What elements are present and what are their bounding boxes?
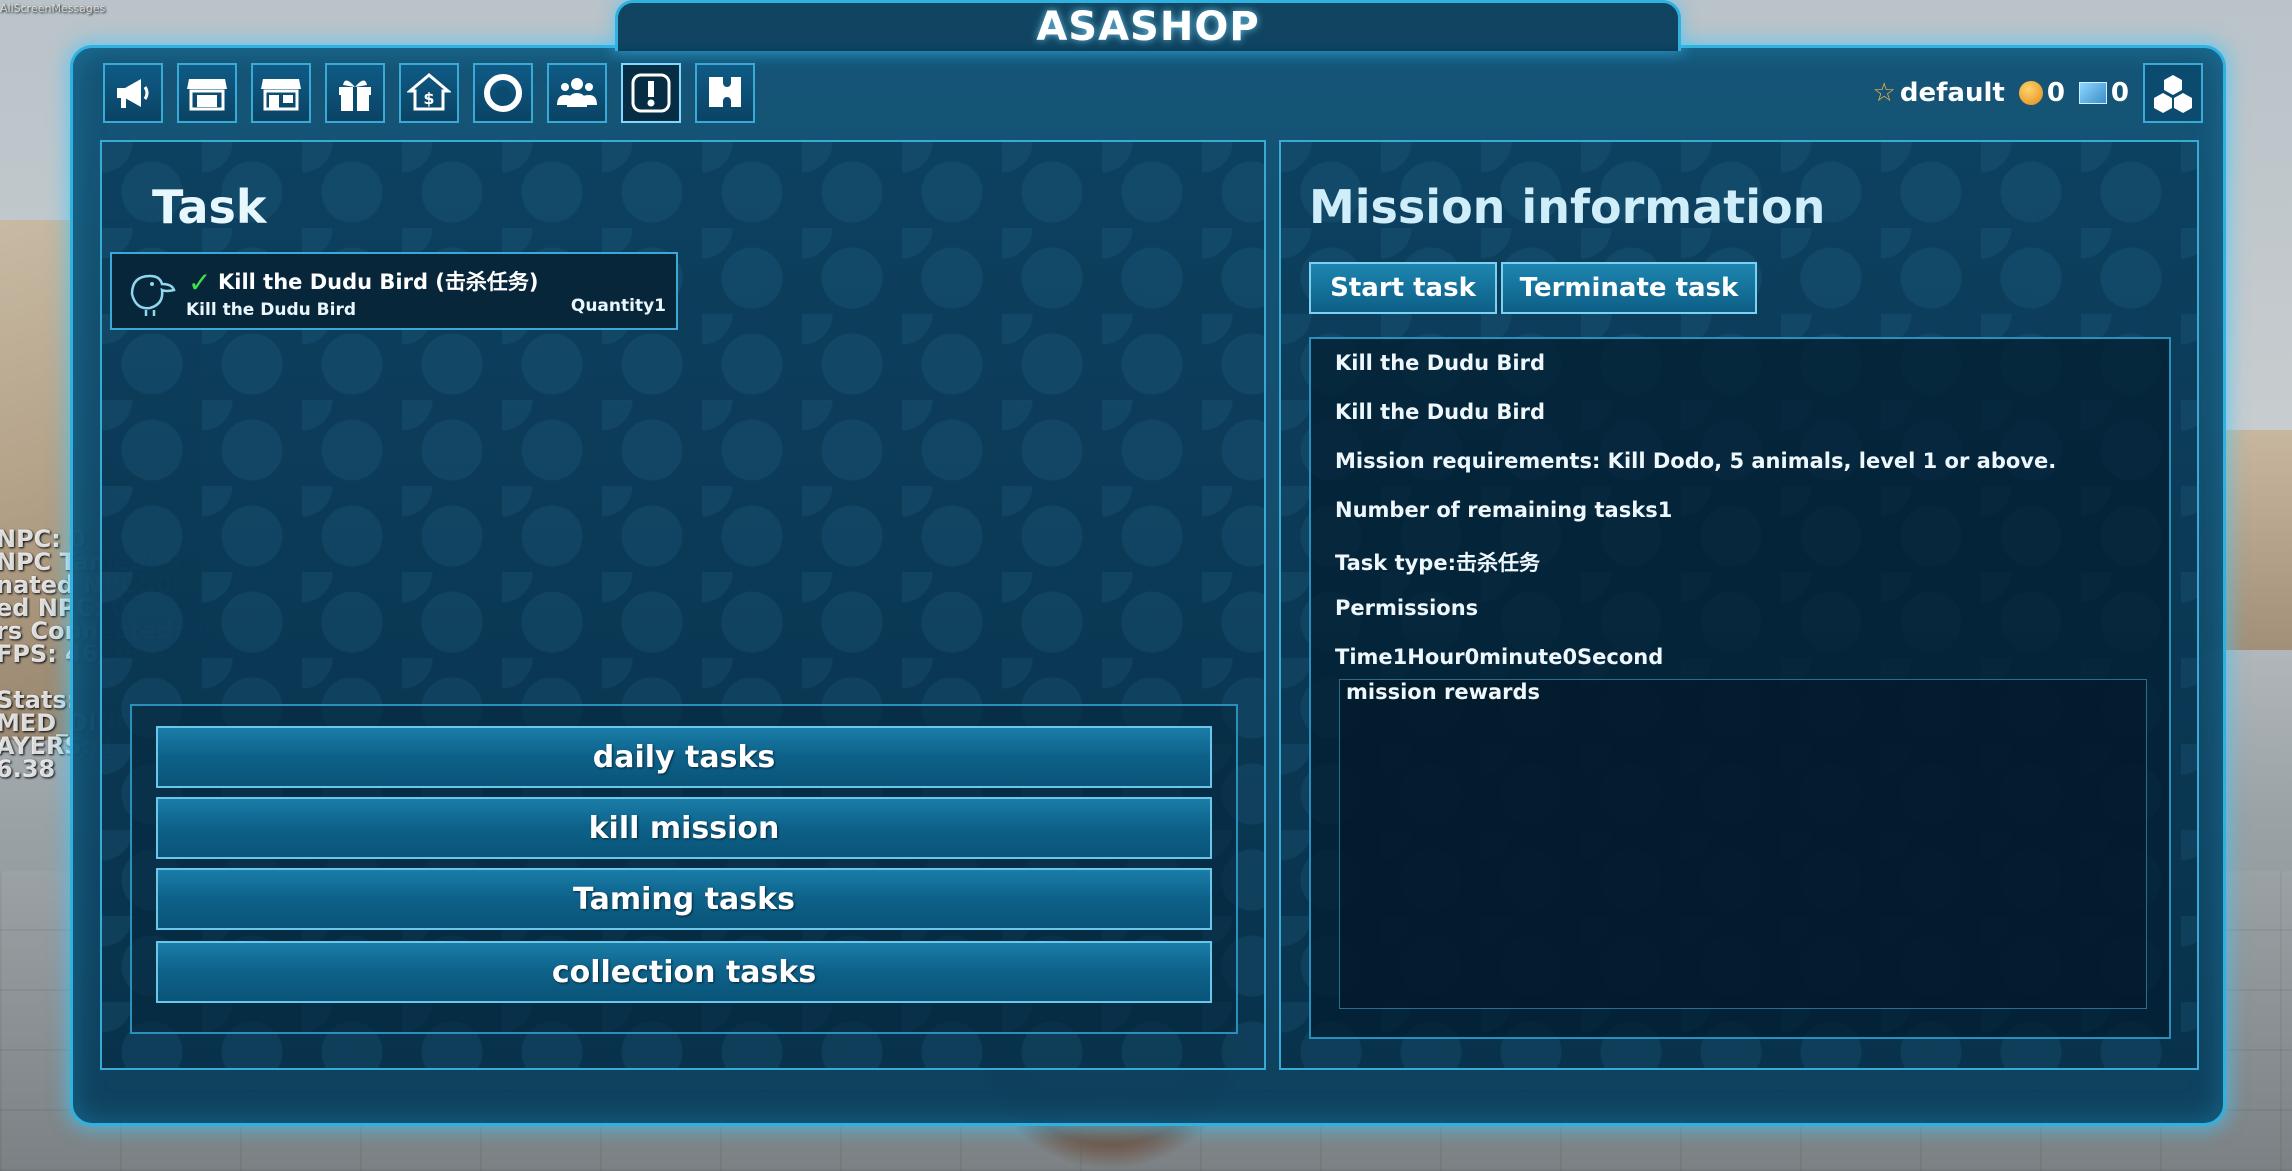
task-panel-title: Task bbox=[152, 180, 267, 234]
coin-value: 0 bbox=[2046, 78, 2065, 108]
store-icon bbox=[261, 79, 301, 111]
debug-line: AllScreenMessages bbox=[0, 2, 106, 15]
coin-icon bbox=[2018, 81, 2043, 105]
megaphone-icon bbox=[117, 79, 149, 108]
home-button[interactable]: $ bbox=[399, 63, 459, 123]
terminate-task-button[interactable]: Terminate task bbox=[1501, 262, 1757, 314]
debug-line: 6.38 bbox=[0, 755, 56, 783]
toolbar: $ bbox=[103, 63, 755, 123]
exclamation-icon bbox=[631, 73, 671, 113]
gift-icon bbox=[339, 80, 371, 111]
mission-name: Kill the Dudu Bird bbox=[1335, 351, 1545, 375]
currency-bar: ☆ default 0 0 bbox=[1873, 63, 2203, 123]
star-icon: ☆ bbox=[1872, 78, 1896, 108]
time-limit: Time1Hour0minute0Second bbox=[1335, 645, 1664, 669]
taming-tasks-button[interactable]: Taming tasks bbox=[156, 868, 1212, 930]
task-button[interactable] bbox=[621, 63, 681, 123]
shop2-button[interactable] bbox=[251, 63, 311, 123]
mission-panel-title: Mission information bbox=[1309, 180, 1826, 234]
svg-text:$: $ bbox=[423, 89, 434, 108]
check-icon: ✓ bbox=[188, 266, 212, 299]
profile-name: default bbox=[1899, 78, 2005, 108]
daily-tasks-button[interactable]: daily tasks bbox=[156, 726, 1212, 788]
task-title: Kill the Dudu Bird (击杀任务) bbox=[218, 270, 539, 294]
lifebuoy-icon bbox=[484, 74, 522, 112]
start-task-button[interactable]: Start task bbox=[1309, 262, 1497, 314]
task-panel: Task ✓ Kill the Dudu Bird (击杀任务) Kill th… bbox=[100, 140, 1266, 1070]
category-list: daily tasks kill mission Taming tasks co… bbox=[130, 704, 1238, 1034]
points-balance: 0 bbox=[2078, 78, 2129, 108]
permissions: Permissions bbox=[1335, 596, 1479, 620]
rewards-box: mission rewards bbox=[1339, 679, 2147, 1009]
task-card[interactable]: ✓ Kill the Dudu Bird (击杀任务) Kill the Dud… bbox=[110, 252, 678, 330]
dodo-icon bbox=[130, 274, 176, 316]
puzzle-icon bbox=[709, 77, 741, 107]
lifebuoy-button[interactable] bbox=[473, 63, 533, 123]
ticket-icon bbox=[2078, 82, 2107, 104]
plugin-button[interactable] bbox=[695, 63, 755, 123]
cubes-icon bbox=[2154, 75, 2192, 113]
kill-mission-button[interactable]: kill mission bbox=[156, 797, 1212, 859]
mission-requirements: Mission requirements: Kill Dodo, 5 anima… bbox=[1335, 449, 2057, 473]
store-icon bbox=[187, 79, 227, 111]
task-quantity: Quantity1 bbox=[570, 296, 666, 316]
profile-indicator: ☆ default bbox=[1873, 78, 2005, 108]
gift-button[interactable] bbox=[325, 63, 385, 123]
shop-window: ASASHOP $ ☆ default 0 0 Task ✓ Kill the … bbox=[70, 0, 2226, 1126]
task-subtitle: Kill the Dudu Bird bbox=[186, 300, 356, 320]
remaining-tasks: Number of remaining tasks1 bbox=[1335, 498, 1673, 522]
coin-balance: 0 bbox=[2018, 78, 2065, 108]
shop-button[interactable] bbox=[177, 63, 237, 123]
rewards-label: mission rewards bbox=[1346, 680, 1541, 704]
house-dollar-icon: $ bbox=[407, 73, 451, 111]
mission-panel: Mission information Start task Terminate… bbox=[1279, 140, 2199, 1070]
points-value: 0 bbox=[2110, 78, 2129, 108]
window-title: ASASHOP bbox=[1036, 4, 1260, 50]
collection-tasks-button[interactable]: collection tasks bbox=[156, 941, 1212, 1003]
announcement-button[interactable] bbox=[103, 63, 163, 123]
cubes-button[interactable] bbox=[2143, 63, 2203, 123]
group-icon bbox=[557, 78, 597, 107]
task-type: Task type:击杀任务 bbox=[1335, 551, 1540, 575]
mission-details: Kill the Dudu Bird Kill the Dudu Bird Mi… bbox=[1309, 337, 2171, 1039]
mission-description: Kill the Dudu Bird bbox=[1335, 400, 1545, 424]
group-button[interactable] bbox=[547, 63, 607, 123]
